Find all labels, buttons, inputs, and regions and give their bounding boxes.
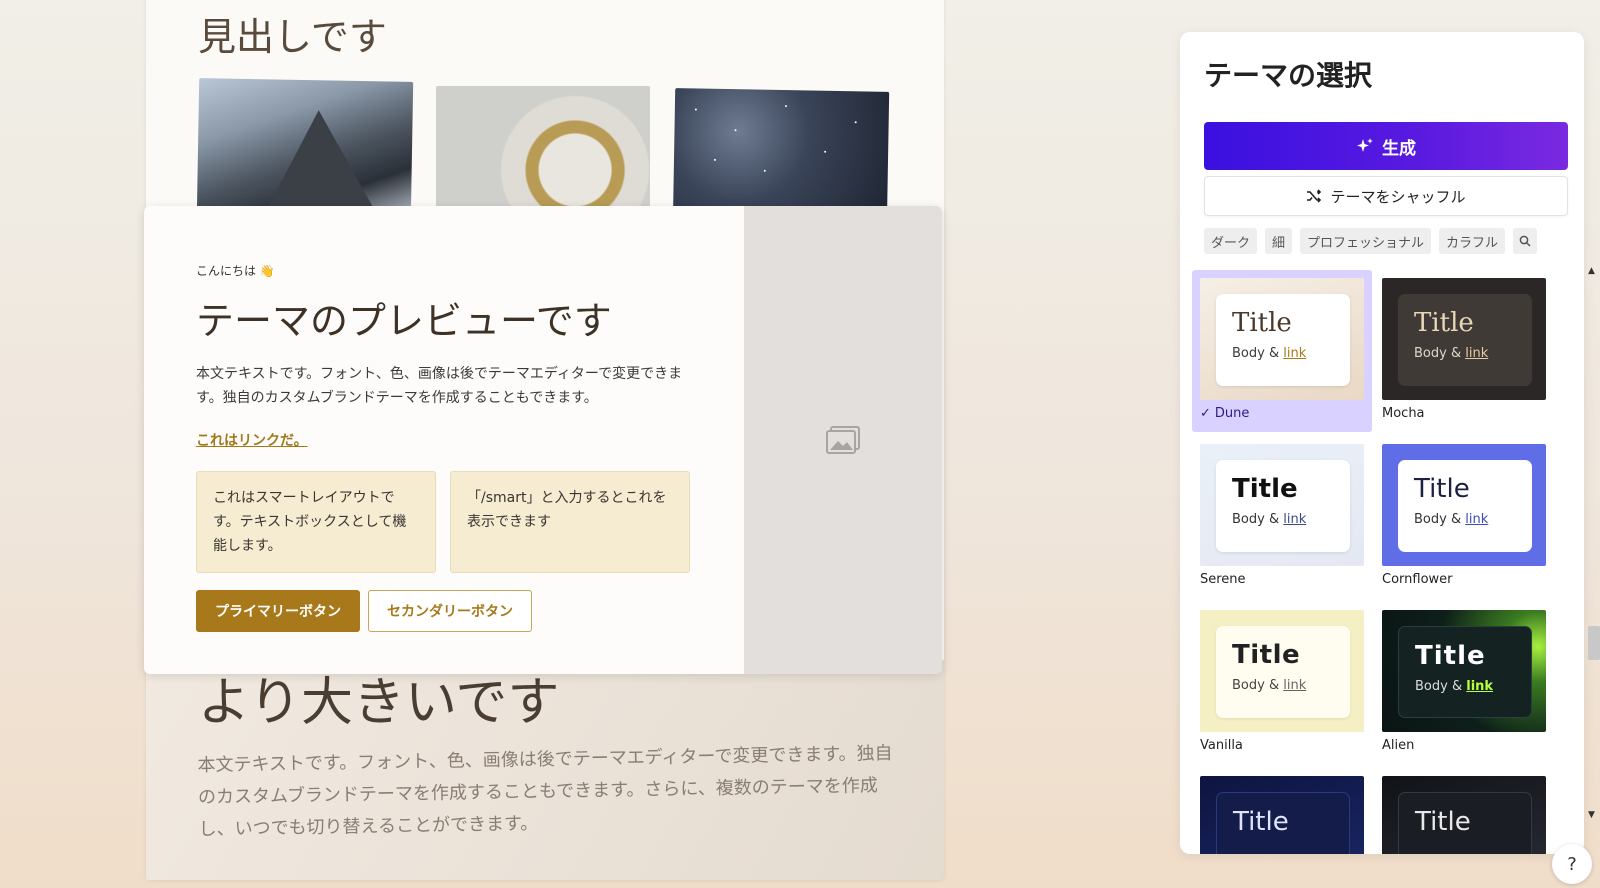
filter-chip-professional[interactable]: プロフェッショナル — [1300, 228, 1432, 254]
shuffle-button-label: テーマをシャッフル — [1330, 187, 1466, 206]
filter-chip-colorful[interactable]: カラフル — [1439, 228, 1506, 254]
scroll-up-arrow-icon[interactable]: ▲ — [1588, 266, 1595, 276]
theme-tile-serene[interactable]: Title Body & link Serene — [1192, 436, 1372, 598]
theme-tile-alien[interactable]: Title Body & link Alien — [1374, 602, 1554, 764]
image-placeholder — [744, 206, 942, 674]
theme-link-sample: link — [1465, 346, 1489, 361]
preview-link[interactable]: これはリンクだ。 — [196, 430, 308, 450]
theme-tile-mocha[interactable]: Title Body & link Mocha — [1374, 270, 1554, 432]
theme-title-sample: Title — [1232, 308, 1292, 338]
theme-link-sample: link — [1283, 678, 1307, 693]
image-icon — [826, 426, 860, 454]
theme-body-sample: Body & — [1414, 346, 1462, 361]
theme-title-sample: Title — [1233, 807, 1289, 837]
primary-button[interactable]: プライマリーボタン — [196, 590, 360, 632]
scrollbar-thumb[interactable] — [1588, 626, 1600, 660]
theme-body-sample: Body & — [1232, 346, 1280, 361]
theme-title-sample: Title — [1415, 807, 1471, 837]
preview-body: 本文テキストです。フォント、色、画像は後でテーマエディターで変更できます。独自の… — [196, 366, 683, 406]
theme-grid: Title Body & link ✓ Dune Title Body & lin… — [1192, 270, 1564, 854]
search-icon — [1519, 235, 1531, 247]
mountain-photo — [196, 78, 414, 222]
theme-tile-vanilla[interactable]: Title Body & link Vanilla — [1192, 602, 1372, 764]
background-slide-lower: より大きいです 本文テキストです。フォント、色、画像は後でテーマエディターで変更… — [146, 660, 944, 880]
theme-title-sample: Title — [1414, 474, 1470, 504]
generate-button-label: 生成 — [1382, 138, 1416, 159]
theme-tile-dune[interactable]: Title Body & link ✓ Dune — [1192, 270, 1372, 432]
smart-layout-box-2: 「/smart」と入力するとこれを表示できます — [450, 471, 690, 573]
slide-heading: 見出しです — [198, 15, 387, 59]
theme-body-sample: Body & — [1415, 679, 1463, 694]
theme-link-sample: link — [1283, 346, 1307, 361]
theme-preview-card: こんにちは 👋 テーマのプレビューです 本文テキストです。フォント、色、画像は後… — [144, 206, 942, 674]
sparkle-icon — [1357, 138, 1373, 152]
theme-link-sample: link — [1466, 679, 1494, 694]
theme-body-sample: Body & — [1232, 678, 1280, 693]
theme-name: Alien — [1382, 738, 1415, 753]
theme-title-sample: Title — [1415, 641, 1486, 671]
theme-body-sample: Body & — [1232, 512, 1280, 527]
theme-title-sample: Title — [1414, 308, 1474, 338]
check-icon: ✓ — [1200, 406, 1211, 421]
theme-name: ✓ Dune — [1200, 406, 1250, 421]
shuffle-icon — [1307, 189, 1322, 203]
filter-chip-thin[interactable]: 細 — [1265, 228, 1293, 254]
theme-body-sample: Body & — [1414, 512, 1462, 527]
scroll-down-arrow-icon[interactable]: ▼ — [1588, 810, 1595, 820]
theme-selector-panel: テーマの選択 生成 テーマをシャッフル ダーク 細 プロフェッショナル カラフル — [1180, 32, 1584, 854]
filter-chip-dark[interactable]: ダーク — [1204, 228, 1258, 254]
smart-layout-box-1: これはスマートレイアウトです。テキストボックスとして機能します。 — [196, 471, 436, 573]
filter-search-button[interactable] — [1513, 228, 1538, 254]
theme-tile-8[interactable]: Title — [1374, 768, 1554, 854]
theme-name: Mocha — [1382, 406, 1425, 421]
preview-title: テーマのプレビューです — [196, 299, 612, 343]
panel-title: テーマの選択 — [1204, 59, 1373, 92]
theme-name: Serene — [1200, 572, 1246, 587]
astronaut-photo — [436, 86, 650, 226]
help-button[interactable]: ? — [1552, 844, 1592, 884]
theme-tile-cornflower[interactable]: Title Body & link Cornflower — [1374, 436, 1554, 598]
theme-title-sample: Title — [1232, 474, 1298, 504]
generate-button[interactable]: 生成 — [1204, 122, 1568, 170]
secondary-button[interactable]: セカンダリーボタン — [368, 590, 532, 632]
shuffle-themes-button[interactable]: テーマをシャッフル — [1204, 176, 1568, 216]
theme-name: Vanilla — [1200, 738, 1243, 753]
preview-greeting: こんにちは 👋 — [196, 264, 275, 278]
theme-link-sample: link — [1465, 512, 1489, 527]
theme-name: Cornflower — [1382, 572, 1453, 587]
theme-link-sample: link — [1283, 512, 1307, 527]
theme-tile-7[interactable]: Title — [1192, 768, 1372, 854]
theme-title-sample: Title — [1232, 640, 1301, 670]
slide-body-text: 本文テキストです。フォント、色、画像は後でテーマエディターで変更できます。独自の… — [197, 742, 893, 841]
panel-scrollbar[interactable]: ▲ ▼ — [1586, 266, 1600, 820]
filter-chips: ダーク 細 プロフェッショナル カラフル — [1204, 228, 1538, 254]
